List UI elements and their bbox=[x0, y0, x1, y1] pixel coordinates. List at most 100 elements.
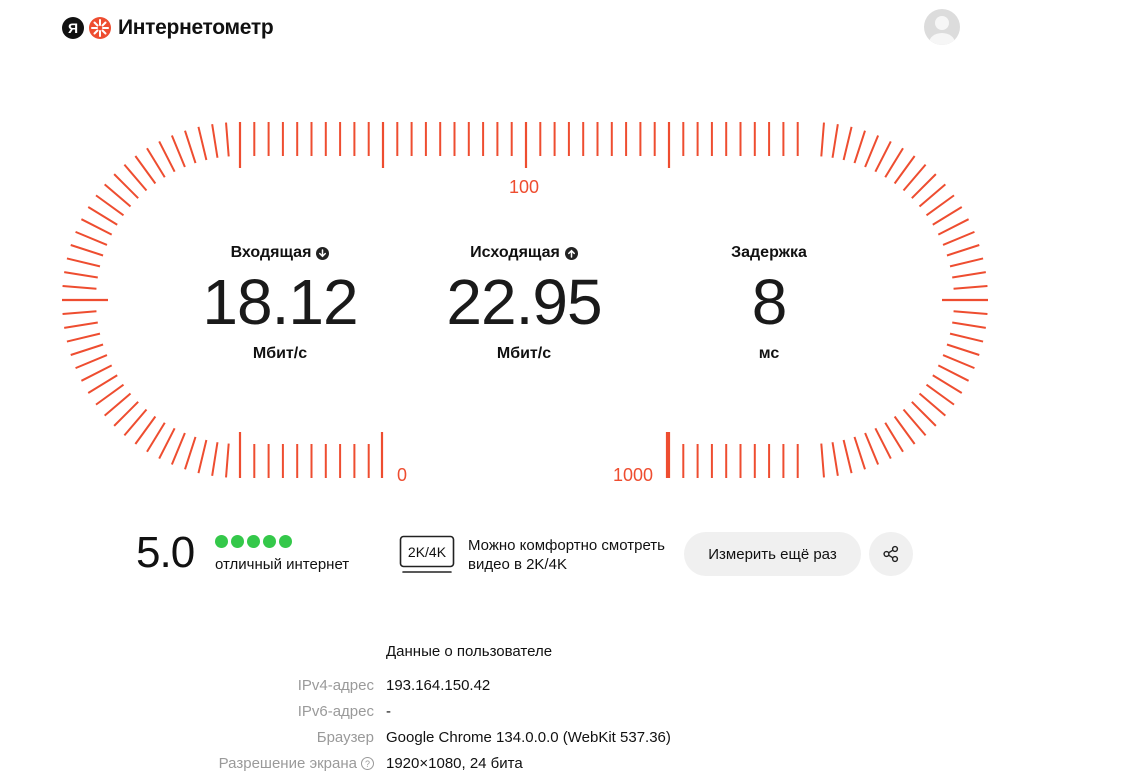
gauge-tick bbox=[831, 442, 839, 476]
gauge-tick bbox=[197, 126, 208, 161]
gauge-tick bbox=[932, 206, 963, 226]
gauge-tick bbox=[146, 147, 166, 178]
gauge-tick bbox=[62, 285, 97, 290]
gauge-tick bbox=[70, 343, 104, 356]
gauge-label-1000: 1000 bbox=[613, 465, 654, 485]
download-value: 18.12 bbox=[202, 266, 358, 338]
tv-icon: 2K/4K bbox=[399, 535, 455, 573]
gauge-tick bbox=[831, 124, 839, 158]
gauge-tick bbox=[70, 244, 104, 257]
gauge-tick bbox=[925, 194, 955, 217]
upload-value: 22.95 bbox=[446, 266, 602, 338]
gauge-tick bbox=[893, 155, 916, 185]
gauge-tick bbox=[197, 439, 208, 474]
rating-dot-icon bbox=[215, 535, 228, 548]
arrow-down-icon bbox=[316, 246, 330, 260]
info-row-screen: Разрешение экрана ? 1920×1080, 24 бита bbox=[0, 755, 1139, 775]
info-value: Google Chrome 134.0.0.0 (WebKit 537.36) bbox=[386, 729, 671, 746]
gauge-tick bbox=[953, 285, 988, 290]
gauge-tick bbox=[158, 140, 176, 173]
info-label: Браузер bbox=[316, 729, 374, 746]
rating-dot-icon bbox=[263, 535, 276, 548]
download-unit: Мбит/с bbox=[252, 345, 308, 362]
gauge-tick bbox=[158, 427, 176, 460]
gauge-tick bbox=[225, 122, 230, 157]
gauge-tick bbox=[184, 436, 197, 470]
gauge-tick bbox=[170, 432, 186, 465]
gauge-tick bbox=[80, 364, 113, 382]
gauge-tick bbox=[66, 257, 101, 268]
upload-metric: Исходящая 22.95 Мбит/с bbox=[404, 243, 644, 363]
rating-dot-icon bbox=[247, 535, 260, 548]
gauge-tick bbox=[62, 310, 97, 315]
info-row-browser: Браузер Google Chrome 134.0.0.0 (WebKit … bbox=[0, 729, 1139, 749]
rating-score: 5.0 bbox=[136, 528, 195, 577]
gauge-tick bbox=[949, 257, 984, 268]
gauge-tick bbox=[937, 218, 970, 236]
gauge-tick bbox=[932, 374, 963, 394]
info-value: - bbox=[386, 703, 391, 720]
rating-label: отличный интернет bbox=[215, 556, 350, 573]
gauge-tick bbox=[946, 343, 980, 356]
gauge-tick bbox=[146, 422, 166, 453]
gauge-tick bbox=[95, 194, 125, 217]
gauge-label-100: 100 bbox=[509, 177, 540, 197]
download-metric: Входящая 18.12 Мбит/с bbox=[160, 243, 400, 363]
video-badge: 2K/4K bbox=[408, 544, 447, 560]
gauge-tick bbox=[820, 443, 825, 478]
latency-value: 8 bbox=[751, 266, 788, 338]
gauge-tick bbox=[942, 354, 975, 370]
gauge-tick bbox=[884, 147, 904, 178]
gauge-tick bbox=[211, 124, 219, 158]
gauge-tick bbox=[820, 122, 825, 157]
help-icon[interactable]: ? bbox=[361, 757, 374, 770]
gauge-tick bbox=[66, 332, 101, 343]
share-icon bbox=[883, 545, 899, 563]
gauge-tick bbox=[842, 439, 853, 474]
gauge-tick bbox=[95, 383, 125, 406]
latency-title: Задержка bbox=[731, 244, 807, 261]
gauge-tick bbox=[225, 443, 230, 478]
info-row-ipv4: IPv4-адрес 193.164.150.42 bbox=[0, 677, 1139, 697]
gauge-tick bbox=[925, 383, 955, 406]
gauge-tick bbox=[874, 140, 892, 173]
gauge-tick bbox=[87, 374, 118, 394]
arrow-up-icon bbox=[564, 246, 578, 260]
gauge-tick bbox=[952, 271, 986, 279]
gauge-label-0: 0 bbox=[397, 465, 408, 485]
gauge-tick bbox=[853, 130, 866, 164]
gauge-tick bbox=[211, 442, 219, 476]
info-value: 193.164.150.42 bbox=[386, 677, 491, 694]
gauge-tick bbox=[942, 230, 975, 246]
gauge-tick bbox=[949, 332, 984, 343]
gauge-tick bbox=[884, 422, 904, 453]
info-label: IPv4-адрес bbox=[297, 677, 374, 694]
info-value: 1920×1080, 24 бита bbox=[386, 755, 523, 772]
gauge-tick bbox=[864, 135, 880, 168]
gauge-tick bbox=[853, 436, 866, 470]
rating-dot-icon bbox=[279, 535, 292, 548]
share-button[interactable] bbox=[869, 532, 913, 576]
gauge-tick bbox=[75, 230, 108, 246]
gauge-tick bbox=[80, 218, 113, 236]
latency-unit: мс bbox=[758, 345, 780, 362]
gauge-tick bbox=[952, 321, 986, 329]
gauge-tick bbox=[134, 155, 157, 185]
gauge-tick bbox=[184, 130, 197, 164]
gauge-tick bbox=[75, 354, 108, 370]
gauge-tick bbox=[953, 310, 988, 315]
video-text: Можно комфортно смотреть видео в 2K/4K bbox=[468, 537, 665, 573]
info-row-ipv6: IPv6-адрес - bbox=[0, 703, 1139, 723]
gauge-tick bbox=[864, 432, 880, 465]
upload-title: Исходящая bbox=[470, 244, 560, 261]
gauge-tick bbox=[946, 244, 980, 257]
gauge-tick bbox=[170, 135, 186, 168]
gauge-tick bbox=[87, 206, 118, 226]
upload-unit: Мбит/с bbox=[496, 345, 552, 362]
measure-again-button[interactable]: Измерить ещё раз bbox=[684, 532, 861, 576]
download-title: Входящая bbox=[230, 244, 312, 261]
gauge-tick bbox=[842, 126, 853, 161]
gauge-tick bbox=[874, 427, 892, 460]
gauge-tick bbox=[64, 271, 98, 279]
info-label: IPv6-адрес bbox=[297, 703, 374, 720]
